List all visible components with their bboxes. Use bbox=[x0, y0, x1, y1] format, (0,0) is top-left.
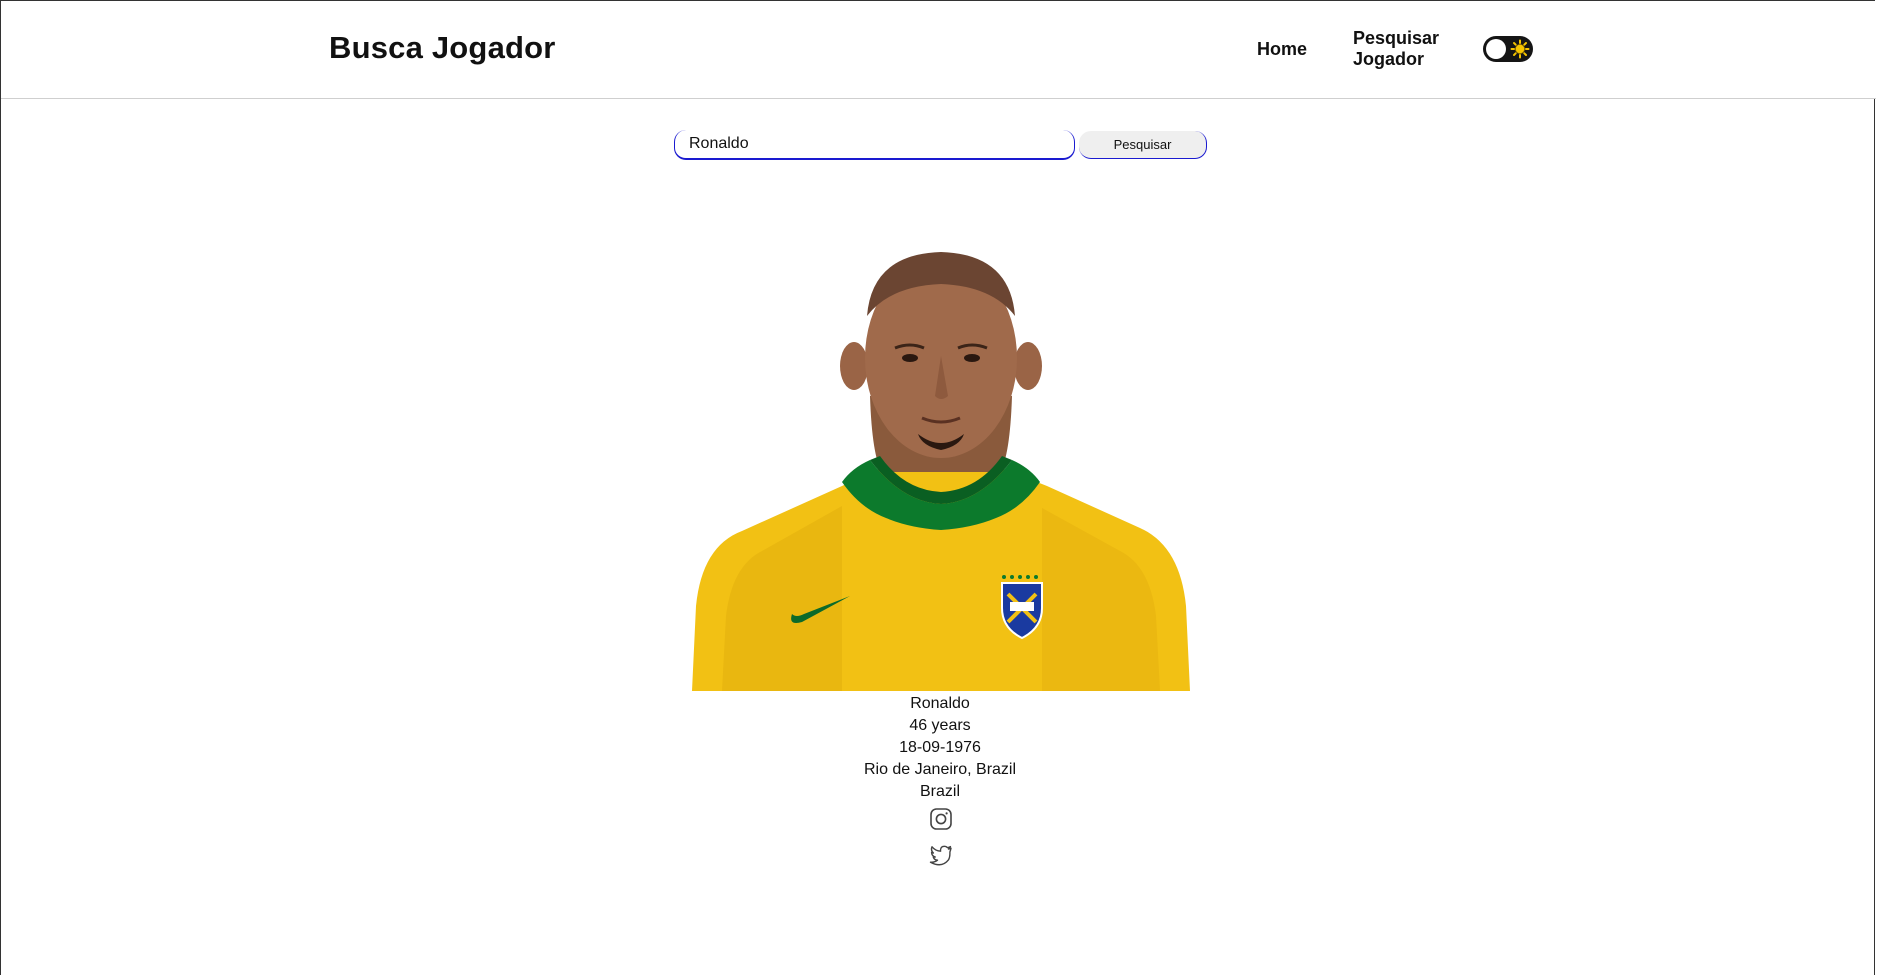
player-birth-place: Rio de Janeiro, Brazil bbox=[863, 761, 1017, 778]
player-info: Ronaldo 46 years 18-09-1976 Rio de Janei… bbox=[740, 693, 1140, 803]
top-navbar: Busca Jogador Home Pesquisar Jogador bbox=[1, 1, 1876, 99]
nav-search-player-link[interactable]: Pesquisar Jogador bbox=[1353, 28, 1463, 70]
toggle-knob bbox=[1486, 39, 1506, 59]
twitter-icon[interactable] bbox=[928, 842, 954, 868]
player-age: 46 years bbox=[909, 717, 971, 734]
nav-home-link[interactable]: Home bbox=[1257, 39, 1307, 60]
player-search-input[interactable] bbox=[674, 130, 1075, 160]
player-nationality: Brazil bbox=[919, 783, 960, 800]
search-button[interactable]: Pesquisar bbox=[1079, 131, 1207, 159]
theme-toggle[interactable] bbox=[1483, 36, 1533, 62]
player-birth-date: 18-09-1976 bbox=[899, 739, 981, 756]
player-name: Ronaldo bbox=[910, 695, 970, 712]
site-brand[interactable]: Busca Jogador bbox=[329, 30, 556, 66]
instagram-icon[interactable] bbox=[928, 806, 954, 832]
player-photo bbox=[692, 252, 1190, 691]
sun-icon bbox=[1510, 39, 1530, 59]
